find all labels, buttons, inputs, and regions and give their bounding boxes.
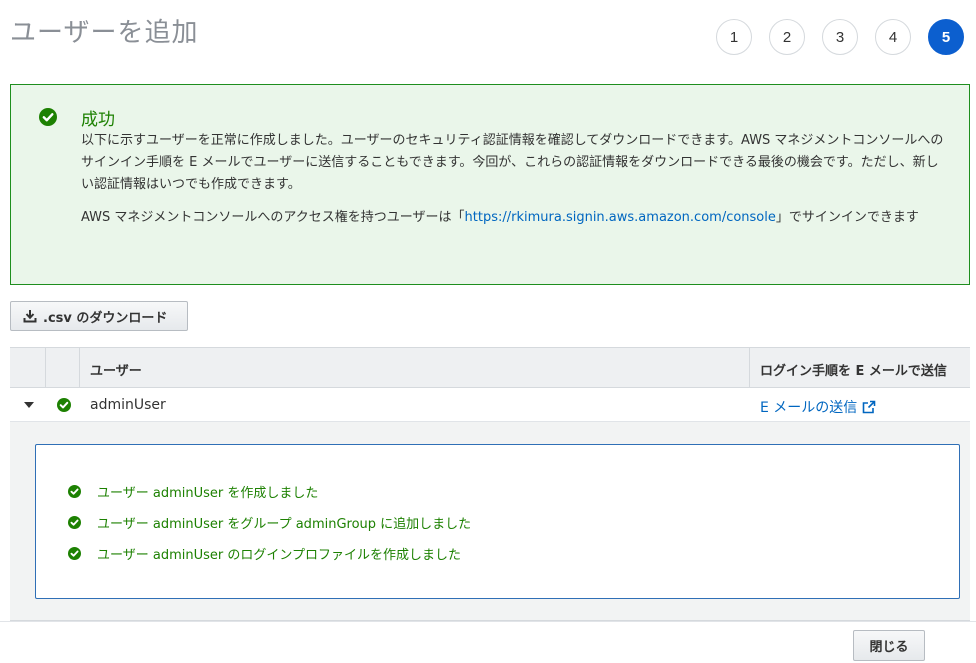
step-2[interactable]: 2 xyxy=(769,19,805,55)
download-icon xyxy=(23,310,37,323)
column-header-user: ユーザー xyxy=(90,364,142,379)
header-email-cell[interactable]: ログイン手順を E メールで送信 xyxy=(750,348,970,388)
step-1[interactable]: 1 xyxy=(716,19,752,55)
header-status-cell xyxy=(46,348,80,388)
step-3[interactable]: 3 xyxy=(822,19,858,55)
row-details-panel: ユーザー adminUser を作成しました ユーザー adminUser をグ… xyxy=(10,422,970,621)
header-expand-cell xyxy=(10,348,46,388)
signin-url-link[interactable]: https://rkimura.signin.aws.amazon.com/co… xyxy=(465,210,776,225)
send-email-label: E メールの送信 xyxy=(760,400,858,416)
signin-instruction: AWS マネジメントコンソールへのアクセス権を持つユーザーは「https://r… xyxy=(81,207,951,229)
send-email-link[interactable]: E メールの送信 xyxy=(760,397,876,417)
check-circle-icon xyxy=(57,398,71,412)
step-4[interactable]: 4 xyxy=(875,19,911,55)
row-username: adminUser xyxy=(90,397,166,413)
signin-prefix: AWS マネジメントコンソールへのアクセス権を持つユーザーは「 xyxy=(81,210,465,225)
detail-item: ユーザー adminUser のログインプロファイルを作成しました xyxy=(68,544,461,563)
column-header-email: ログイン手順を E メールで送信 xyxy=(760,364,947,379)
check-circle-icon xyxy=(68,516,81,529)
table-header: ユーザー ログイン手順を E メールで送信 xyxy=(10,347,970,388)
detail-text: ユーザー adminUser を作成しました xyxy=(97,486,319,501)
detail-text: ユーザー adminUser をグループ adminGroup に追加しました xyxy=(97,517,472,532)
close-button[interactable]: 閉じる xyxy=(853,630,925,661)
download-csv-button[interactable]: .csv のダウンロード xyxy=(10,301,188,331)
check-circle-icon xyxy=(68,485,81,498)
detail-text: ユーザー adminUser のログインプロファイルを作成しました xyxy=(97,548,461,563)
page-title: ユーザーを追加 xyxy=(10,18,199,48)
collapse-caret-icon[interactable] xyxy=(24,402,34,408)
download-csv-label: .csv のダウンロード xyxy=(43,310,168,326)
success-panel: 成功 以下に示すユーザーを正常に作成しました。ユーザーのセキュリティ認証情報を確… xyxy=(10,84,970,285)
success-message: 以下に示すユーザーを正常に作成しました。ユーザーのセキュリティ認証情報を確認して… xyxy=(81,133,944,192)
header-user-cell[interactable]: ユーザー xyxy=(80,348,750,388)
row-details-box: ユーザー adminUser を作成しました ユーザー adminUser をグ… xyxy=(35,444,960,599)
check-circle-icon xyxy=(39,108,57,126)
signin-suffix: 」でサインインできます xyxy=(775,210,919,225)
check-circle-icon xyxy=(68,547,81,560)
table-row: adminUser E メールの送信 xyxy=(10,388,970,422)
detail-item: ユーザー adminUser をグループ adminGroup に追加しました xyxy=(68,513,471,532)
external-link-icon xyxy=(862,400,876,414)
step-5[interactable]: 5 xyxy=(928,19,964,55)
success-title: 成功 xyxy=(81,110,115,130)
wizard-steps: 1 2 3 4 5 xyxy=(716,19,964,55)
detail-item: ユーザー adminUser を作成しました xyxy=(68,482,318,501)
footer-divider xyxy=(0,621,976,622)
users-table: ユーザー ログイン手順を E メールで送信 adminUser E メールの送信 xyxy=(10,347,970,621)
